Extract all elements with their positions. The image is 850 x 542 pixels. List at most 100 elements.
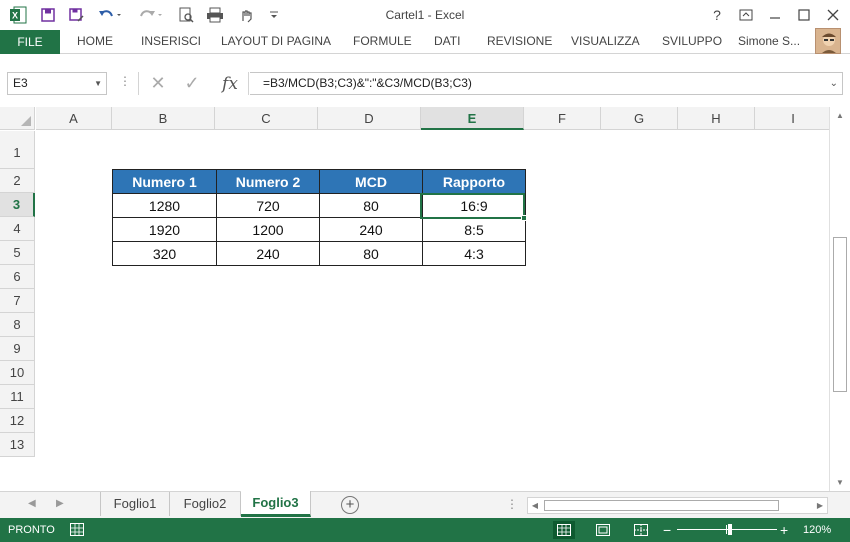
sheet-tab-bar: ◀ ▶ Foglio1 Foglio2 Foglio3 + ⋮ ◀ ▶ [0,491,850,518]
column-header-d[interactable]: D [318,107,421,130]
help-icon[interactable]: ? [704,4,730,26]
name-box[interactable]: E3 ▼ [7,72,107,95]
split-handle-icon[interactable]: ⋮ [506,497,518,511]
cell[interactable]: 80 [319,241,423,266]
status-bar: PRONTO − + 120% [0,518,850,542]
row-header-6[interactable]: 6 [0,265,35,289]
cells-area[interactable]: Numero 1 Numero 2 MCD Rapporto 1280 720 … [36,131,829,491]
chevron-down-icon[interactable]: ▼ [94,73,102,94]
table-header-row: Numero 1 Numero 2 MCD Rapporto [112,169,526,194]
scroll-right-icon[interactable]: ▶ [813,498,827,513]
tab-home[interactable]: HOME [77,30,113,54]
scroll-down-icon[interactable]: ▼ [830,474,850,491]
column-header-a[interactable]: A [36,107,112,130]
cell[interactable]: 240 [319,217,423,242]
cell[interactable]: 720 [216,193,320,218]
sheet-tab-foglio1[interactable]: Foglio1 [100,492,170,516]
avatar[interactable] [815,28,841,54]
horizontal-scrollbar[interactable]: ◀ ▶ [527,497,828,514]
vertical-scrollbar[interactable]: ▲ ▼ [829,107,850,491]
cell[interactable]: 1280 [112,193,217,218]
horizontal-scroll-thumb[interactable] [544,500,779,511]
insert-function-icon[interactable]: fx [215,72,245,95]
header-cell[interactable]: Rapporto [422,169,526,194]
close-icon[interactable] [820,4,846,26]
tab-file[interactable]: FILE [0,30,60,54]
worksheet-grid: ABCDEFGHI 1 2 3 4 5 6 7 8 9 10 11 12 13 Numero 1 Num… [0,107,850,491]
column-header-g[interactable]: G [601,107,678,130]
tab-revisione[interactable]: REVISIONE [487,30,552,54]
column-header-f[interactable]: F [524,107,601,130]
row-header-8[interactable]: 8 [0,313,35,337]
tab-visualizza[interactable]: VISUALIZZA [571,30,640,54]
tab-sviluppo[interactable]: SVILUPPO [662,30,722,54]
header-cell[interactable]: MCD [319,169,423,194]
enter-icon[interactable]: ✓ [177,72,207,95]
sheet-next-icon[interactable]: ▶ [56,498,64,509]
cell[interactable]: 80 [319,193,423,218]
vertical-scroll-thumb[interactable] [833,237,847,392]
row-header-4[interactable]: 4 [0,217,35,241]
table-row: 1920 1200 240 8:5 [112,217,526,242]
drag-handle-icon[interactable]: ⋮ [119,74,131,88]
formula-buttons: ✕ ✓ fx [138,72,249,95]
scroll-left-icon[interactable]: ◀ [528,498,542,513]
sheet-tab-foglio2[interactable]: Foglio2 [170,492,241,516]
cell[interactable]: 240 [216,241,320,266]
sheet-tab-foglio3[interactable]: Foglio3 [241,491,311,517]
formula-bar: E3 ▼ ⋮ ✕ ✓ fx =B3/MCD(B3;C3)&":"&C3/MCD(… [0,54,850,107]
row-header-1[interactable]: 1 [0,131,35,169]
zoom-slider-thumb[interactable] [728,524,733,535]
zoom-in-button[interactable]: + [780,518,788,542]
column-header-e[interactable]: E [421,107,524,130]
scroll-up-icon[interactable]: ▲ [830,107,850,124]
select-all-button[interactable] [0,107,35,130]
row-header-13[interactable]: 13 [0,433,35,457]
tab-layout-di-pagina[interactable]: LAYOUT DI PAGINA [221,30,331,54]
row-header-9[interactable]: 9 [0,337,35,361]
add-sheet-icon[interactable]: + [341,496,359,514]
tab-formule[interactable]: FORMULE [353,30,412,54]
page-break-view-icon[interactable] [630,521,652,539]
row-header-12[interactable]: 12 [0,409,35,433]
row-header-10[interactable]: 10 [0,361,35,385]
name-box-value: E3 [13,76,28,90]
table-row: 1280 720 80 16:9 [112,193,526,218]
row-header-5[interactable]: 5 [0,241,35,265]
column-header-b[interactable]: B [112,107,215,130]
expand-formula-icon[interactable]: ⌄ [830,73,838,94]
row-header-11[interactable]: 11 [0,385,35,409]
column-header-h[interactable]: H [678,107,755,130]
data-table: Numero 1 Numero 2 MCD Rapporto 1280 720 … [112,169,526,266]
minimize-icon[interactable] [762,4,788,26]
tab-dati[interactable]: DATI [434,30,460,54]
cell[interactable]: 1920 [112,217,217,242]
macro-recording-icon[interactable] [70,523,84,536]
column-header-c[interactable]: C [215,107,318,130]
cell[interactable]: 320 [112,241,217,266]
row-header-7[interactable]: 7 [0,289,35,313]
page-layout-view-icon[interactable] [592,521,614,539]
cell[interactable]: 8:5 [422,217,526,242]
row-header-2[interactable]: 2 [0,169,35,193]
formula-input[interactable]: =B3/MCD(B3;C3)&":"&C3/MCD(B3;C3) ⌄ [250,72,843,95]
row-header-3[interactable]: 3 [0,193,35,217]
cell[interactable]: 4:3 [422,241,526,266]
ribbon-display-icon[interactable] [733,4,759,26]
header-cell[interactable]: Numero 1 [112,169,217,194]
header-cell[interactable]: Numero 2 [216,169,320,194]
zoom-slider[interactable] [677,524,777,535]
cell[interactable]: 1200 [216,217,320,242]
cell-e3[interactable]: 16:9 [422,193,526,218]
title-bar: X Cartel1 - Excel ? [0,0,850,30]
zoom-level[interactable]: 120% [803,518,831,542]
maximize-icon[interactable] [791,4,817,26]
user-name[interactable]: Simone S... [738,30,800,54]
fill-handle[interactable] [521,215,527,221]
tab-inserisci[interactable]: INSERISCI [141,30,201,54]
column-header-i[interactable]: I [755,107,832,130]
zoom-out-button[interactable]: − [663,518,671,542]
cancel-icon[interactable]: ✕ [143,72,173,95]
normal-view-icon[interactable] [553,521,575,539]
sheet-prev-icon[interactable]: ◀ [28,498,36,509]
